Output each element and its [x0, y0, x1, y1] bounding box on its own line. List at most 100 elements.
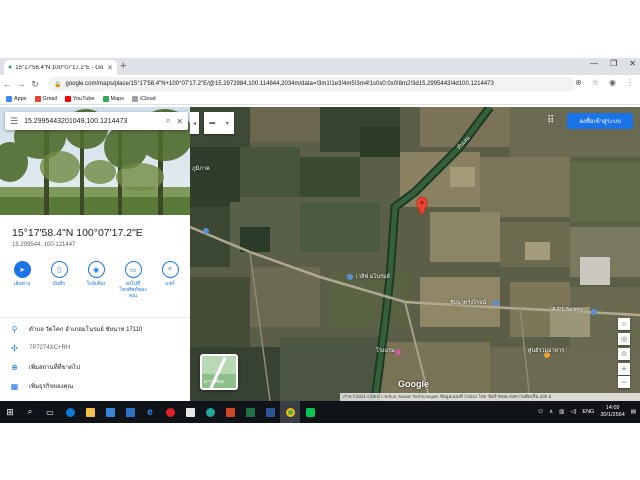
bookmark-label: iCloud	[140, 95, 156, 102]
add-location-icon: ⊕	[11, 362, 18, 372]
bookmark-apps[interactable]: Apps	[6, 95, 27, 102]
compass-button[interactable]: ◎	[618, 333, 630, 345]
word-icon[interactable]	[260, 401, 280, 423]
action-label: แชร์	[165, 281, 175, 287]
layer-switcher[interactable]: ดาวเทียม	[200, 354, 238, 390]
zoom-out-button[interactable]: −	[618, 376, 630, 388]
bookmark-label: Apps	[14, 95, 27, 102]
add-business-row[interactable]: ▦ เพิ่มธุรกิจของคุณ	[0, 377, 190, 395]
close-window-icon[interactable]: ✕	[629, 59, 636, 68]
directions-icon: ➤	[13, 261, 31, 278]
directions-action-button[interactable]: ➤ เส้นทาง	[6, 261, 38, 299]
map-footer: ภาพ ©2021 CNES / Airbus, Maxar Technolog…	[340, 393, 640, 401]
share-action-button[interactable]: < แชร์	[154, 261, 186, 299]
maps-favicon-icon: ●	[8, 64, 13, 71]
navigation-bar: ← → ↻ 🔒 google.com/maps/place/15°17'58.4…	[0, 75, 640, 93]
apps-icon	[6, 95, 12, 102]
location-icon[interactable]: ⊕	[575, 78, 582, 87]
pegman-button[interactable]: ☺	[618, 318, 630, 330]
search-icon[interactable]: ⌕	[166, 116, 170, 126]
minimize-icon[interactable]: —	[590, 59, 598, 68]
maximize-icon[interactable]: ❐	[610, 59, 617, 68]
tab-title: 15°17'58.4"N 100°07'17.2"E - Go	[15, 64, 104, 71]
explorer-icon[interactable]	[80, 401, 100, 423]
action-label: เส้นทาง	[13, 281, 31, 287]
address-row[interactable]: ⚲ ตำบล วัดโคก อำเภอมโนรมย์ ชัยนาท 17110	[0, 320, 190, 338]
window-controls: — ❐ ✕	[590, 59, 636, 68]
back-icon[interactable]: ←	[0, 79, 14, 89]
mail-icon[interactable]	[120, 401, 140, 423]
sign-in-button[interactable]: ลงชื่อเข้าสู่ระบบ	[567, 113, 633, 129]
network-icon[interactable]: ▥	[559, 409, 564, 415]
edge-icon[interactable]	[60, 401, 80, 423]
new-tab-button[interactable]: +	[120, 60, 126, 73]
action-label: ใกล้เคียง	[86, 281, 106, 287]
toolbar-right: ⊕ ☆ ◉ ⋮	[575, 78, 634, 87]
task-view-icon[interactable]: ▭	[40, 401, 60, 423]
phone-icon: ▭	[124, 261, 142, 278]
notepad-icon[interactable]	[180, 401, 200, 423]
edge-chromium-icon[interactable]	[200, 401, 220, 423]
excel-icon[interactable]	[240, 401, 260, 423]
start-button[interactable]: ⊞	[0, 401, 20, 423]
bookmark-gmail[interactable]: Gmail	[34, 95, 57, 102]
nearby-icon: ◉	[87, 261, 105, 278]
store-taskbar-icon[interactable]	[100, 401, 120, 423]
search-box[interactable]: ☰ 15.2995443201049,100.1214473 ⌕ ✕	[5, 112, 188, 130]
my-location-button[interactable]: ⊙	[618, 348, 630, 360]
plus-code-row[interactable]: ✣ 7P7274XC+RH	[0, 339, 190, 357]
search-input[interactable]: 15.2995443201049,100.1214473	[24, 118, 160, 125]
search-taskbar-icon[interactable]: ⌕	[20, 401, 40, 423]
clock-time: 14:09	[605, 405, 620, 411]
people-icon[interactable]: ⚇	[538, 409, 543, 415]
clock[interactable]: 14:09 30/1/2564	[600, 405, 624, 419]
bookmark-youtube[interactable]: YouTube	[64, 95, 95, 102]
show-hidden-icon[interactable]: ∧	[549, 409, 553, 415]
reload-icon[interactable]: ↻	[28, 79, 42, 90]
tab-strip: ● 15°17'58.4"N 100°07'17.2"E - Go ✕ + — …	[0, 58, 640, 75]
windows-taskbar: ⊞ ⌕ ▭ e ⚇ ∧ ▥ ◁) ENG 14:09 30/1/2564 ▤	[0, 401, 640, 423]
volume-icon[interactable]: ◁)	[570, 409, 576, 415]
satellite-map[interactable]: ทับเสม ภูมิภาค เวลิฟ มโนรมย์ ชัยนาทรุ่งโ…	[190, 107, 640, 401]
opera-icon[interactable]	[160, 401, 180, 423]
menu-hamburger-icon[interactable]: ☰	[10, 116, 18, 127]
close-tab-icon[interactable]: ✕	[107, 64, 113, 72]
apps-grid-icon[interactable]: ⠿	[547, 115, 554, 126]
chrome-icon[interactable]	[280, 401, 300, 423]
browser-tab[interactable]: ● 15°17'58.4"N 100°07'17.2"E - Go ✕	[4, 60, 117, 75]
zoom-in-button[interactable]: +	[618, 363, 630, 375]
google-logo: Google	[398, 379, 429, 389]
star-icon[interactable]: ☆	[592, 78, 599, 87]
bookmarks-bar: Apps Gmail YouTube Maps iCloud	[0, 93, 640, 105]
address-bar[interactable]: 🔒 google.com/maps/place/15°17'58.4"N+100…	[48, 77, 575, 91]
url-text: google.com/maps/place/15°17'58.4"N+100°0…	[65, 81, 494, 87]
add-place-row[interactable]: ⊕ เพิ่มสถานที่ที่ขาดไป	[0, 358, 190, 376]
ie-icon[interactable]: e	[140, 401, 160, 423]
language-indicator[interactable]: ENG	[582, 409, 594, 415]
clear-search-icon[interactable]: ✕	[176, 117, 183, 126]
profile-icon[interactable]: ◉	[609, 78, 616, 87]
add-business-text: เพิ่มธุรกิจของคุณ	[29, 384, 74, 390]
forward-icon[interactable]: →	[14, 79, 28, 89]
lock-icon: 🔒	[54, 81, 62, 88]
bookmark-label: Maps	[110, 95, 124, 102]
bookmark-action-button[interactable]: ▯ บันทึก	[43, 261, 75, 299]
share-icon: <	[161, 261, 179, 278]
notifications-icon[interactable]: ▤	[631, 409, 636, 415]
bookmark-maps[interactable]: Maps	[102, 95, 124, 102]
place-photo[interactable]: ☰ 15.2995443201049,100.1214473 ⌕ ✕	[0, 107, 190, 215]
menu-icon[interactable]: ⋮	[626, 78, 634, 87]
address-text: ตำบล วัดโคก อำเภอมโนรมย์ ชัยนาท 17110	[29, 327, 143, 333]
map-label-factory: A.P.L.factory	[552, 307, 583, 313]
collapse-panel-button[interactable]: ◂	[190, 112, 199, 134]
line-icon[interactable]	[300, 401, 320, 423]
phone-action-button[interactable]: ▭ ส่งไปที่โทรศัพท์ของคุณ	[117, 261, 149, 299]
action-bar: ➤ เส้นทาง ▯ บันทึก ◉ ใกล้เคียง ▭ ส่งไปที่โทรศัพ…	[6, 261, 186, 299]
map-imagery	[190, 107, 640, 401]
divider	[0, 317, 190, 318]
nearby-action-button[interactable]: ◉ ใกล้เคียง	[80, 261, 112, 299]
layers-dropdown-button[interactable]: ▬ ▾	[204, 112, 234, 134]
bookmark-icloud[interactable]: iCloud	[132, 95, 156, 102]
place-title: 15°17'58.4"N 100°07'17.2"E	[12, 227, 143, 239]
powerpoint-icon[interactable]	[220, 401, 240, 423]
